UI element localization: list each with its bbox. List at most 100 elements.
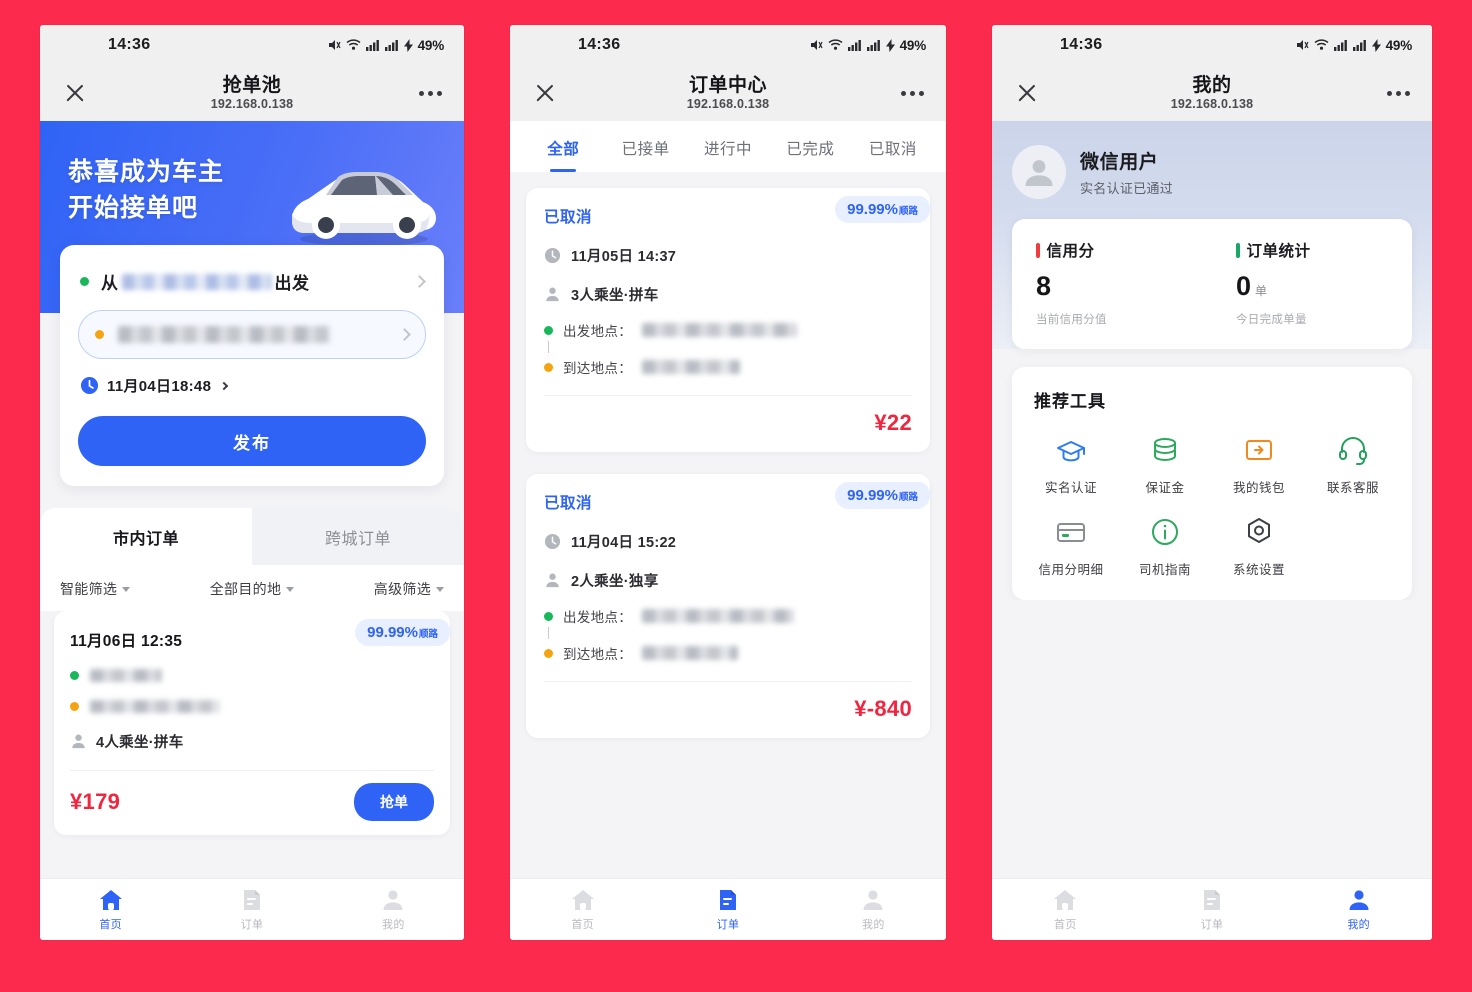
signal-2-icon [384,40,398,51]
tab-in-progress[interactable]: 进行中 [687,121,769,172]
filter-bar: 智能筛选 全部目的地 高级筛选 [40,565,464,611]
tool-real-name-verification[interactable]: 实名认证 [1024,434,1118,496]
stat-orders-note: 今日完成单量 [1236,314,1307,326]
tab-accepted[interactable]: 已接单 [604,121,686,172]
user-info[interactable]: 微信用户 实名认证已通过 [1012,141,1412,219]
filter-advanced[interactable]: 高级筛选 [316,579,444,599]
coins-icon [1154,438,1176,462]
graduation-cap-icon [1057,441,1085,462]
tool-contact-support[interactable]: 联系客服 [1306,434,1400,496]
profile-header: 微信用户 实名认证已通过 信用分 8 当前信用分值 订单统计 0 单 今日完成单… [992,121,1432,349]
filter-smart-sort[interactable]: 智能筛选 [60,579,188,599]
accent-bar [1036,242,1040,258]
order-price: ¥179 [70,789,121,814]
tab-completed[interactable]: 已完成 [769,121,851,172]
status-bar: 14:36 49% [510,25,946,65]
order-history-card[interactable]: 已取消 99.99% 顺路 11月04日 15:22 2人乘坐·独享 出发地点： [526,474,930,738]
wifi-icon [828,39,843,50]
stat-credit-score: 信用分 8 当前信用分值 [1012,239,1212,327]
close-icon[interactable] [1014,80,1040,106]
stat-credit-value: 8 [1036,271,1052,301]
stats-card: 信用分 8 当前信用分值 订单统计 0 单 今日完成单量 [1012,219,1412,349]
filter-advanced-label: 高级筛选 [373,581,431,597]
status-time: 14:36 [108,36,151,53]
page-title: 订单中心 [688,74,767,96]
order-datetime: 11月06日 12:35 [70,633,183,650]
more-options-icon[interactable] [901,90,924,96]
gear-icon [1248,518,1270,543]
order-origin-row: 出发地点： [544,320,912,340]
order-time-value: 11月05日 14:37 [571,249,677,265]
tab-all[interactable]: 全部 [522,121,604,172]
clock-icon [544,533,561,550]
person-icon [546,573,559,588]
bottom-tab-bar: 首页 订单 我的 [40,878,464,940]
tool-driver-guide[interactable]: 司机指南 [1118,516,1212,578]
tab-orders[interactable]: 订单 [1139,879,1286,940]
tool-label: 联系客服 [1326,481,1379,495]
order-history-card[interactable]: 已取消 99.99% 顺路 11月05日 14:37 3人乘坐·拼车 出发地点： [526,188,930,452]
tab-home[interactable]: 首页 [40,879,181,940]
order-scope-tabs: 市内订单 跨城订单 [40,508,464,565]
info-circle-icon [1152,519,1178,545]
tab-city-orders[interactable]: 市内订单 [40,508,252,565]
tool-label: 系统设置 [1232,563,1285,577]
tool-my-wallet[interactable]: 我的钱包 [1212,434,1306,496]
stat-credit-note: 当前信用分值 [1036,314,1107,326]
order-destination-row [70,700,434,713]
order-history-list: 已取消 99.99% 顺路 11月05日 14:37 3人乘坐·拼车 出发地点： [510,172,946,878]
origin-field[interactable]: 从 出发 [78,265,426,310]
bottom-tab-bar: 首页 订单 我的 [992,878,1432,940]
route-match-badge: 99.99% 顺路 [355,619,450,646]
stat-orders-unit: 单 [1255,284,1268,298]
destination-field[interactable] [78,310,426,359]
mute-icon [1296,40,1309,50]
tool-deposit[interactable]: 保证金 [1118,434,1212,496]
tab-profile[interactable]: 我的 [1285,879,1432,940]
more-options-icon[interactable] [419,90,442,96]
tab-profile[interactable]: 我的 [801,879,946,940]
tab-profile-label: 我的 [1347,918,1370,931]
filter-all-destinations[interactable]: 全部目的地 [188,579,316,599]
tab-home[interactable]: 首页 [992,879,1139,940]
order-destination-row: 到达地点： [544,357,912,377]
route-connector-line [544,627,553,639]
order-origin-redacted [642,323,797,337]
orders-icon [719,889,736,910]
order-origin-row: 出发地点： [544,606,912,626]
wallet-icon [1246,440,1272,460]
car-illustration-icon [292,172,436,246]
tab-orders[interactable]: 订单 [655,879,800,940]
publish-button[interactable]: 发布 [78,416,426,466]
tab-home[interactable]: 首页 [510,879,655,940]
order-passengers-label: 3人乘坐·拼车 [571,288,659,304]
tab-orders[interactable]: 订单 [181,879,322,940]
orders-icon [243,889,260,910]
nav-bar: 抢单池 192.168.0.138 [40,65,464,121]
order-passengers-row: 2人乘坐·独享 [544,570,912,591]
tool-credit-detail[interactable]: 信用分明细 [1024,516,1118,578]
close-icon[interactable] [62,80,88,106]
tab-intercity-orders[interactable]: 跨城订单 [252,508,464,565]
tool-label: 司机指南 [1138,563,1191,577]
origin-dot-icon [70,671,79,680]
tab-profile[interactable]: 我的 [323,879,464,940]
verification-status: 实名认证已通过 [1080,181,1174,196]
destination-dot-icon [544,362,553,372]
close-icon[interactable] [532,80,558,106]
route-match-value: 99.99% [847,201,898,218]
stat-order-count: 订单统计 0 单 今日完成单量 [1212,239,1412,327]
departure-time-value: 11月04日18:48 [107,378,212,395]
tab-orders-label: 订单 [240,918,264,931]
origin-value-redacted [121,273,272,290]
tab-profile-label: 我的 [382,918,405,931]
order-card[interactable]: 11月06日 12:35 99.99% 顺路 4人乘坐·拼车 ¥179 抢单 [54,611,450,835]
grab-order-button[interactable]: 抢单 [354,783,434,821]
more-options-icon[interactable] [1387,90,1410,96]
departure-time-field[interactable]: 11月04日18:48 [78,359,426,396]
signal-1-icon [365,40,379,51]
tab-cancelled[interactable]: 已取消 [852,121,934,172]
origin-dot-icon [80,277,89,286]
tool-system-settings[interactable]: 系统设置 [1212,516,1306,578]
wifi-icon [346,39,361,50]
